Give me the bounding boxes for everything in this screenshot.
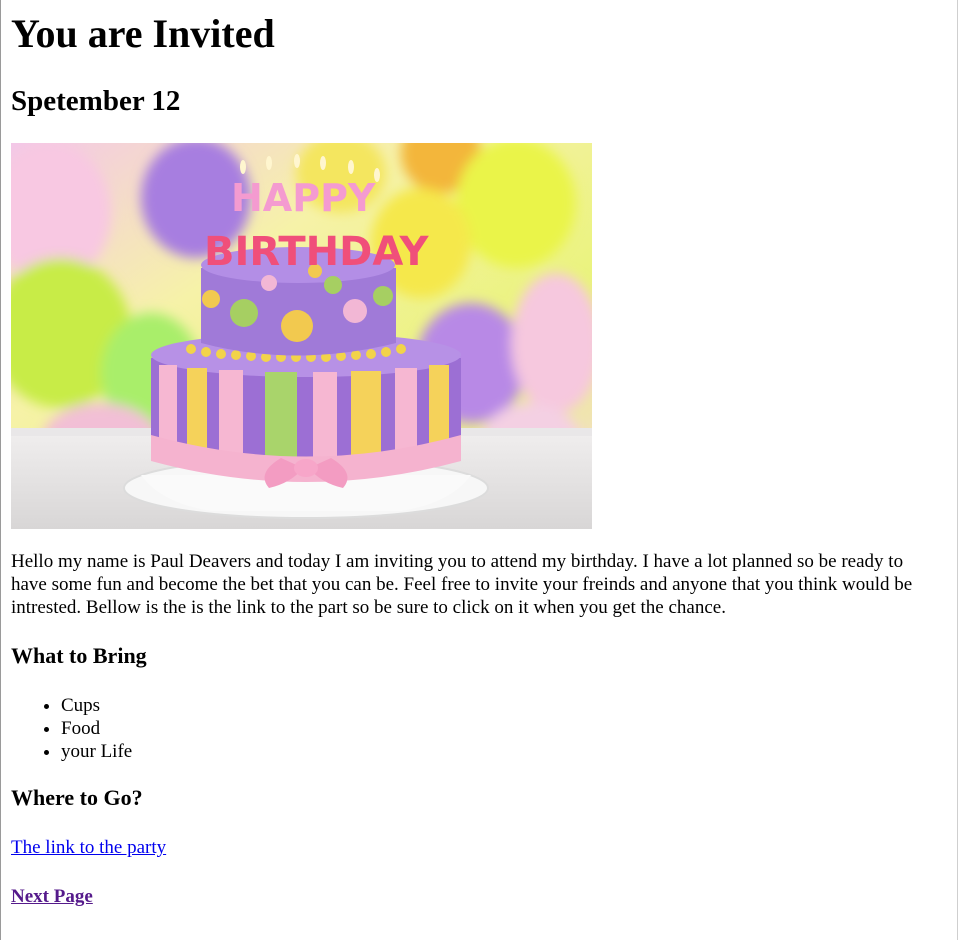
party-link[interactable]: The link to the party xyxy=(11,836,166,859)
bring-list: Cups Food your Life xyxy=(11,694,132,763)
page-title: You are Invited xyxy=(11,11,275,56)
happy-candles: HAPPY xyxy=(231,176,376,220)
list-item: Cups xyxy=(61,694,132,717)
list-item: Food xyxy=(61,717,132,740)
left-border xyxy=(0,0,1,940)
birthday-candles: BIRTHDAY xyxy=(204,229,429,275)
event-date: Spetember 12 xyxy=(11,85,181,117)
invitation-text: Hello my name is Paul Deavers and today … xyxy=(11,551,913,618)
where-to-go-heading: Where to Go? xyxy=(11,785,143,810)
next-page-link[interactable]: Next Page xyxy=(11,885,93,908)
list-item: your Life xyxy=(61,740,132,763)
birthday-cake-photo: HAPPY BIRTHDAY xyxy=(11,143,592,529)
what-to-bring-heading: What to Bring xyxy=(11,643,147,668)
